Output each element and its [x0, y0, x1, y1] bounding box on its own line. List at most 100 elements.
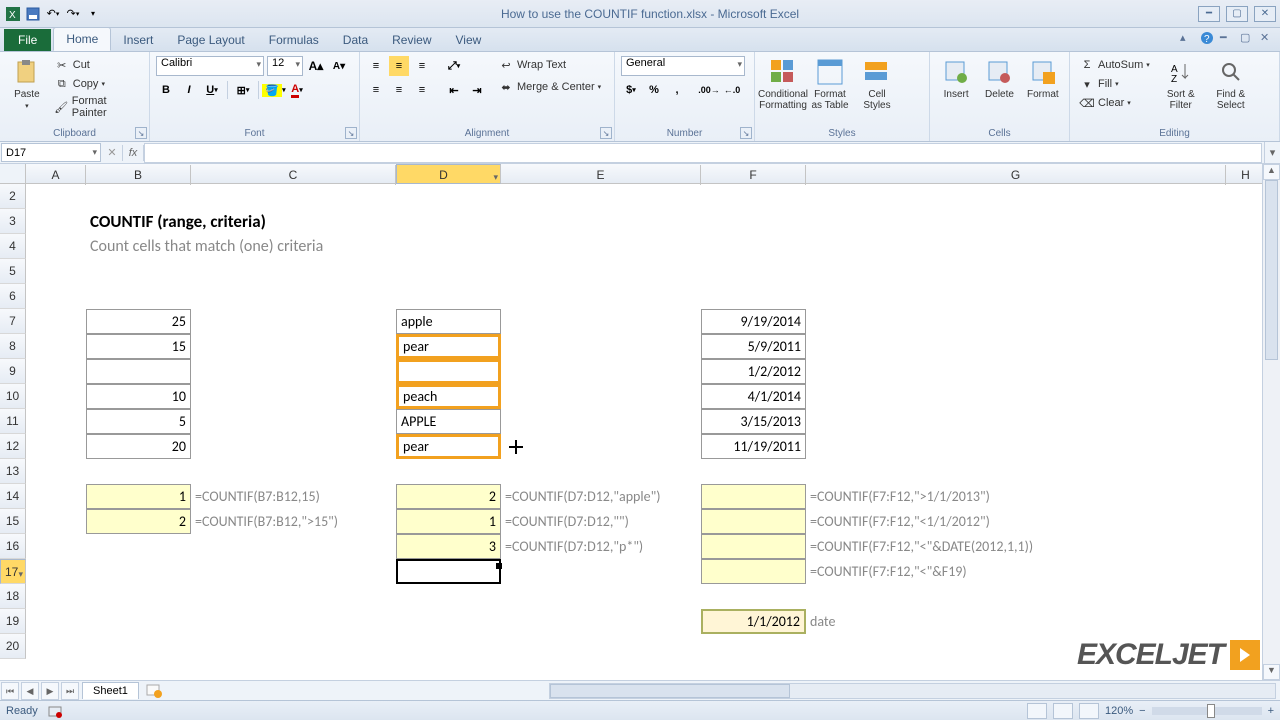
cell-E15[interactable]: =COUNTIF(D7:D12,"") [501, 509, 701, 534]
cell-G14[interactable]: =COUNTIF(F7:F12,">1/1/2013") [806, 484, 1226, 509]
cell-D9[interactable] [396, 359, 501, 384]
cell-F9[interactable]: 1/2/2012 [701, 359, 806, 384]
page-layout-view-icon[interactable] [1053, 703, 1073, 719]
cell-B3[interactable]: COUNTIF (range, criteria) [86, 209, 506, 234]
cell-D7[interactable]: apple [396, 309, 501, 334]
align-top-icon[interactable]: ≡ [366, 56, 386, 76]
tab-data[interactable]: Data [331, 29, 380, 51]
scroll-up-icon[interactable]: ▲ [1263, 164, 1280, 180]
row-header-20[interactable]: 20 [0, 634, 26, 659]
cut-button[interactable]: ✂Cut [51, 56, 143, 74]
row-header-17[interactable]: 17 [0, 559, 26, 584]
align-right-icon[interactable]: ≡ [412, 80, 432, 100]
orientation-icon[interactable]: ⤢▾ [444, 56, 464, 76]
row-header-6[interactable]: 6 [0, 284, 26, 309]
col-header-H[interactable]: H [1226, 165, 1266, 185]
row-header-16[interactable]: 16 [0, 534, 26, 559]
sort-filter-button[interactable]: AZSort & Filter [1159, 56, 1203, 113]
cell-D16[interactable]: 3 [396, 534, 501, 559]
formula-input[interactable] [144, 143, 1262, 163]
undo-icon[interactable]: ↶▾ [44, 5, 62, 23]
ribbon-minimize-icon[interactable]: ▴ [1180, 31, 1194, 45]
normal-view-icon[interactable] [1027, 703, 1047, 719]
copy-button[interactable]: ⧉Copy▾ [51, 75, 143, 93]
first-sheet-icon[interactable]: ⏮ [1, 682, 19, 700]
paste-button[interactable]: Paste▾ [6, 56, 48, 113]
font-name-select[interactable]: Calibri [156, 56, 264, 76]
tab-home[interactable]: Home [53, 27, 111, 51]
number-format-select[interactable]: General [621, 56, 745, 76]
maximize-button[interactable]: ▢ [1226, 6, 1248, 22]
zoom-out-icon[interactable]: − [1139, 705, 1145, 717]
row-header-5[interactable]: 5 [0, 259, 26, 284]
cell-C14[interactable]: =COUNTIF(B7:B12,15) [191, 484, 396, 509]
cell-G17[interactable]: =COUNTIF(F7:F12,"<"&F19) [806, 559, 1226, 584]
cell-B12[interactable]: 20 [86, 434, 191, 459]
tab-page-layout[interactable]: Page Layout [165, 29, 256, 51]
format-cells-button[interactable]: Format [1023, 56, 1063, 102]
redo-icon[interactable]: ↷▾ [64, 5, 82, 23]
cancel-formula-icon[interactable]: ✕ [102, 146, 122, 159]
hscroll-thumb[interactable] [550, 684, 790, 698]
close-button[interactable]: ✕ [1254, 6, 1276, 22]
row-header-18[interactable]: 18 [0, 584, 26, 609]
dec-decimal-icon[interactable]: ←.0 [722, 80, 742, 100]
row-header-7[interactable]: 7 [0, 309, 26, 334]
font-size-select[interactable]: 12 [267, 56, 303, 76]
doc-close-icon[interactable]: ✕ [1260, 31, 1274, 45]
doc-minimize-icon[interactable]: ━ [1220, 31, 1234, 45]
horizontal-scrollbar[interactable] [549, 683, 1276, 699]
cell-D17[interactable] [396, 559, 501, 584]
cell-F12[interactable]: 11/19/2011 [701, 434, 806, 459]
clipboard-dialog-icon[interactable]: ↘ [135, 127, 147, 139]
macro-record-icon[interactable] [48, 704, 62, 718]
row-header-12[interactable]: 12 [0, 434, 26, 459]
col-header-B[interactable]: B [86, 165, 191, 185]
row-header-15[interactable]: 15 [0, 509, 26, 534]
cell-E16[interactable]: =COUNTIF(D7:D12,"p*") [501, 534, 701, 559]
row-header-8[interactable]: 8 [0, 334, 26, 359]
shrink-font-icon[interactable]: A▾ [329, 56, 349, 76]
cell-D14[interactable]: 2 [396, 484, 501, 509]
cell-F19[interactable]: 1/1/2012 [701, 609, 806, 634]
cell-F8[interactable]: 5/9/2011 [701, 334, 806, 359]
fill-color-button[interactable]: 🪣▾ [264, 80, 284, 100]
cell-F11[interactable]: 3/15/2013 [701, 409, 806, 434]
cell-B9[interactable] [86, 359, 191, 384]
cell-C15[interactable]: =COUNTIF(B7:B12,">15") [191, 509, 396, 534]
select-all-corner[interactable] [0, 164, 26, 183]
font-dialog-icon[interactable]: ↘ [345, 127, 357, 139]
indent-inc-icon[interactable]: ⇥ [467, 80, 487, 100]
autosum-button[interactable]: ΣAutoSum▾ [1076, 56, 1153, 74]
cell-D15[interactable]: 1 [396, 509, 501, 534]
qat-customize-icon[interactable]: ▾ [84, 5, 102, 23]
inc-decimal-icon[interactable]: .00→ [699, 80, 719, 100]
alignment-dialog-icon[interactable]: ↘ [600, 127, 612, 139]
percent-icon[interactable]: % [644, 80, 664, 100]
prev-sheet-icon[interactable]: ◀ [21, 682, 39, 700]
tab-insert[interactable]: Insert [111, 29, 165, 51]
col-header-E[interactable]: E [501, 165, 701, 185]
row-header-10[interactable]: 10 [0, 384, 26, 409]
font-color-button[interactable]: A▾ [287, 80, 307, 100]
cell-B14[interactable]: 1 [86, 484, 191, 509]
cell-B8[interactable]: 15 [86, 334, 191, 359]
col-header-G[interactable]: G [806, 165, 1226, 185]
next-sheet-icon[interactable]: ▶ [41, 682, 59, 700]
page-break-view-icon[interactable] [1079, 703, 1099, 719]
indent-dec-icon[interactable]: ⇤ [444, 80, 464, 100]
col-header-A[interactable]: A [26, 165, 86, 185]
cell-E14[interactable]: =COUNTIF(D7:D12,"apple") [501, 484, 701, 509]
find-select-button[interactable]: Find & Select [1209, 56, 1253, 113]
row-header-9[interactable]: 9 [0, 359, 26, 384]
cell-F10[interactable]: 4/1/2014 [701, 384, 806, 409]
clear-button[interactable]: ⌫Clear▾ [1076, 94, 1153, 112]
new-sheet-icon[interactable] [143, 683, 165, 699]
minimize-button[interactable]: ━ [1198, 6, 1220, 22]
merge-center-button[interactable]: ⬌Merge & Center▾ [495, 78, 604, 96]
expand-formula-bar-icon[interactable]: ▾ [1264, 142, 1280, 163]
grow-font-icon[interactable]: A▴ [306, 56, 326, 76]
name-box[interactable]: D17 [1, 143, 101, 162]
currency-icon[interactable]: $▾ [621, 80, 641, 100]
align-middle-icon[interactable]: ≡ [389, 56, 409, 76]
